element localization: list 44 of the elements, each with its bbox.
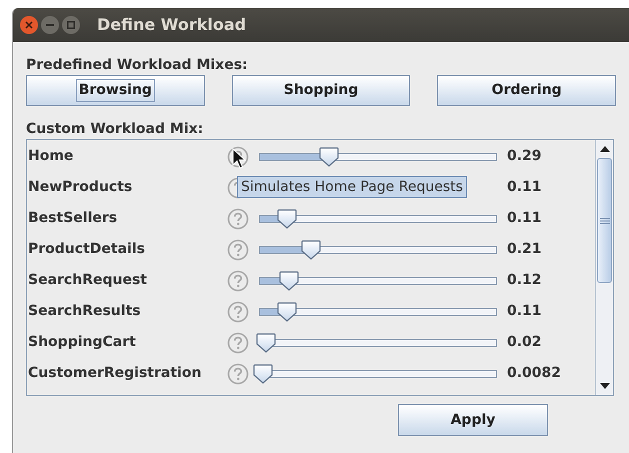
value-label: 0.29 (507, 147, 542, 166)
grip-icon (600, 218, 610, 224)
value-label: 0.02 (507, 333, 542, 352)
mix-button[interactable]: Browsing (26, 75, 205, 106)
row-label: ShoppingCart (27, 333, 137, 352)
value-label: 0.11 (507, 178, 542, 197)
value-label: 0.11 (507, 302, 542, 321)
slider-thumb[interactable] (252, 364, 273, 384)
row-label: ProductDetails (27, 240, 146, 259)
mix-button[interactable]: Ordering (437, 75, 616, 106)
value-label: 0.12 (507, 271, 542, 290)
slider-thumb[interactable] (279, 270, 300, 290)
slider-thumb[interactable] (256, 332, 276, 352)
row-label: BestSellers (27, 209, 118, 228)
close-button[interactable] (20, 16, 38, 34)
apply-button[interactable]: Apply (398, 404, 548, 436)
slider-thumb[interactable] (276, 302, 297, 322)
value-label: 0.11 (507, 209, 542, 228)
up-arrow-icon (600, 146, 610, 152)
value-label: 0.21 (507, 240, 542, 259)
minimize-button[interactable] (41, 16, 59, 34)
help-icon[interactable] (227, 146, 249, 168)
scroll-thumb[interactable] (597, 158, 612, 283)
value-label: 0.0082 (507, 364, 562, 383)
row-label: SearchResults (27, 302, 142, 321)
scrollbar[interactable] (595, 140, 613, 395)
row-label: NewProducts (27, 178, 134, 197)
row-label: CustomerRegistration (27, 364, 202, 383)
slider-thumb[interactable] (300, 240, 321, 260)
close-icon (25, 21, 33, 29)
minimize-icon (46, 24, 54, 26)
maximize-icon (67, 21, 75, 29)
slider-thumb[interactable] (319, 146, 340, 166)
tooltip: Simulates Home Page Requests (237, 176, 467, 198)
slider-thumb[interactable] (276, 208, 297, 228)
mix-button[interactable]: Shopping (232, 75, 410, 106)
down-arrow-icon (600, 383, 610, 389)
mouse-cursor-icon (232, 148, 246, 169)
maximize-button[interactable] (62, 16, 80, 34)
section-label: Predefined Workload Mixes: (26, 56, 249, 74)
row-label: SearchRequest (27, 271, 148, 290)
window-title: Define Workload (97, 14, 246, 36)
row-label: Home (27, 147, 74, 166)
section-label: Custom Workload Mix: (26, 120, 204, 138)
